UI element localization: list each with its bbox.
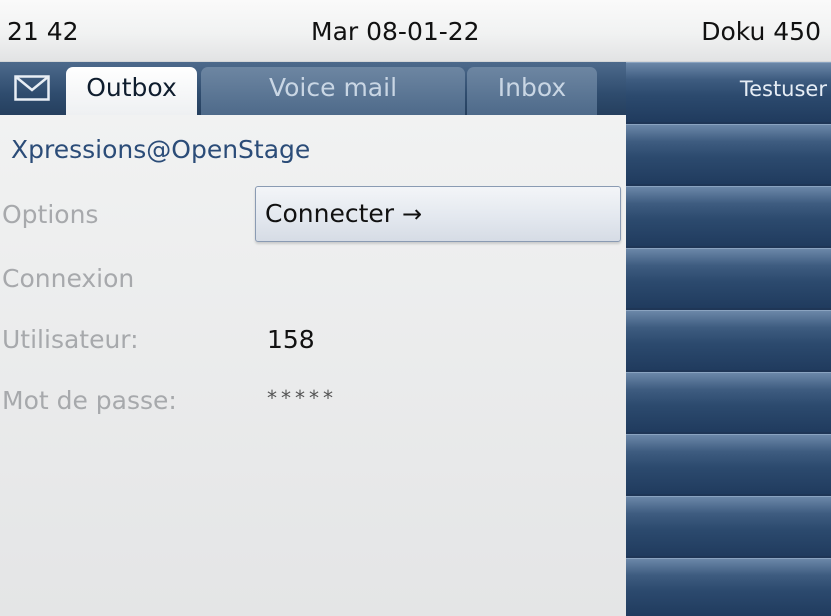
app-title: Xpressions@OpenStage — [11, 135, 311, 164]
function-key-8[interactable] — [626, 496, 831, 556]
arrow-right-icon: → — [402, 200, 423, 228]
connect-button-label: Connecter — [265, 199, 395, 228]
tab-bar: Outbox Voice mail Inbox — [0, 62, 626, 115]
function-key-1[interactable]: Testuser — [626, 62, 831, 122]
tab-outbox[interactable]: Outbox — [66, 67, 197, 115]
function-key-6[interactable] — [626, 372, 831, 432]
tab-inbox[interactable]: Inbox — [467, 67, 597, 115]
main-panel: Outbox Voice mail Inbox Xpressions@OpenS… — [0, 62, 626, 616]
function-key-3[interactable] — [626, 186, 831, 246]
user-label: Utilisateur: — [2, 325, 139, 354]
password-value[interactable]: ***** — [267, 386, 337, 410]
function-key-2[interactable] — [626, 124, 831, 184]
options-label: Options — [2, 200, 99, 229]
function-key-9[interactable] — [626, 558, 831, 616]
function-key-4[interactable] — [626, 248, 831, 308]
date: Mar 08-01-22 — [311, 17, 480, 46]
envelope-icon[interactable] — [14, 75, 50, 101]
user-value[interactable]: 158 — [267, 325, 315, 354]
function-key-1-label: Testuser — [739, 77, 827, 101]
password-label: Mot de passe: — [2, 386, 177, 415]
function-key-strip: Testuser — [626, 62, 831, 616]
function-key-7[interactable] — [626, 434, 831, 494]
function-key-5[interactable] — [626, 310, 831, 370]
status-bar: 21 42 Mar 08-01-22 Doku 450 — [0, 0, 831, 62]
content-area: Xpressions@OpenStage Options Connecter → … — [0, 115, 626, 616]
tab-voice-mail[interactable]: Voice mail — [201, 67, 465, 115]
connection-label: Connexion — [2, 264, 135, 293]
connect-button[interactable]: Connecter → — [255, 186, 621, 242]
clock: 21 42 — [7, 17, 79, 46]
device-name: Doku 450 — [701, 17, 821, 46]
